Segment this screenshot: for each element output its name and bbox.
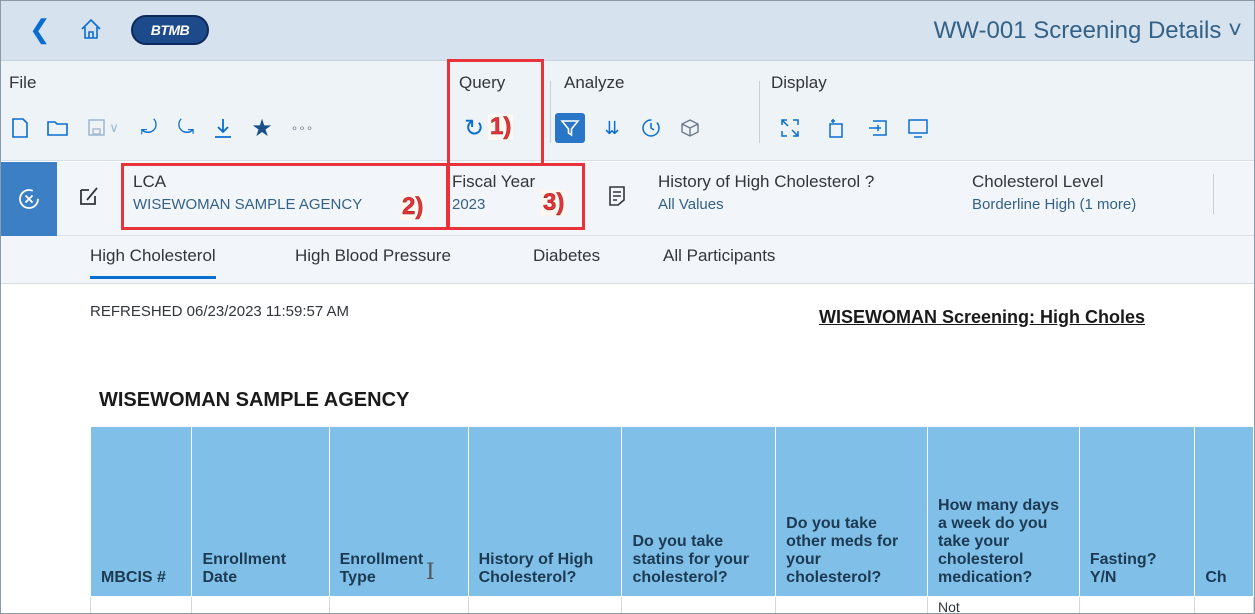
filter-value: Borderline High (1 more) xyxy=(972,196,1137,213)
column-header[interactable]: Do you take other meds for your choleste… xyxy=(775,426,929,597)
tab-high-cholesterol[interactable]: High Cholesterol xyxy=(90,246,216,279)
filter-name: Cholesterol Level xyxy=(972,172,1104,191)
table-cell xyxy=(775,596,929,613)
filter-cholesterol-level[interactable]: Cholesterol Level Borderline High (1 mor… xyxy=(972,172,1136,213)
annotation-label-2: 2) xyxy=(400,193,426,220)
table-cell xyxy=(89,596,193,613)
annotation-label-3: 3) xyxy=(541,189,567,216)
filter-value: All Values xyxy=(658,196,724,213)
new-page-icon[interactable] xyxy=(821,113,851,143)
annotation-label-1: 1) xyxy=(488,113,514,140)
undo-icon[interactable]: ⤾ xyxy=(134,113,164,143)
shell-header: ❮ BTMB WW-001 Screening Details ˅ xyxy=(1,1,1254,61)
column-header[interactable]: Enrollment Type xyxy=(328,426,469,597)
table-cell xyxy=(1078,596,1196,613)
open-folder-icon[interactable] xyxy=(43,113,73,143)
filter-history-high-cholesterol[interactable]: History of High Cholesterol ? All Values xyxy=(658,172,874,213)
notes-icon[interactable] xyxy=(607,184,627,208)
filter-icon[interactable] xyxy=(555,113,585,143)
table-header-row: MBCIS # Enrollment Date Enrollment Type … xyxy=(89,426,1254,597)
save-icon[interactable]: ∨ xyxy=(81,113,125,143)
text-cursor-icon: I xyxy=(426,560,435,585)
app-title[interactable]: WW-001 Screening Details ˅ xyxy=(934,17,1242,45)
history-icon[interactable] xyxy=(636,113,666,143)
toolbar: File Query Analyze Display ∨ ⤾ ⤿ ★ ∘∘∘ ↻… xyxy=(1,61,1254,161)
tab-diabetes[interactable]: Diabetes xyxy=(533,246,600,276)
report-title: WISEWOMAN Screening: High Choles xyxy=(819,307,1146,327)
column-header[interactable]: Do you take statins for your cholesterol… xyxy=(621,426,777,597)
page-tabs: High Cholesterol High Blood Pressure Dia… xyxy=(1,236,1254,284)
reset-filters-button[interactable] xyxy=(1,162,57,236)
app-title-text: WW-001 Screening Details xyxy=(933,17,1222,44)
group-display-label: Display xyxy=(771,73,827,92)
present-monitor-icon[interactable] xyxy=(903,113,933,143)
more-icon[interactable]: ∘∘∘ xyxy=(287,113,317,143)
table-row: Not xyxy=(89,596,1254,613)
report-table: MBCIS # Enrollment Date Enrollment Type … xyxy=(89,426,1254,613)
column-header[interactable]: How many days a week do you take your ch… xyxy=(927,426,1080,597)
toolbar-separator xyxy=(550,81,551,143)
back-icon[interactable]: ❮ xyxy=(29,15,51,43)
drill-down-icon[interactable]: ⇊ xyxy=(597,113,627,143)
chevron-down-icon: ˅ xyxy=(1227,17,1242,44)
toolbar-separator xyxy=(759,81,760,143)
column-header[interactable]: History of High Cholesterol? xyxy=(467,426,623,597)
column-header[interactable]: Fasting? Y/N xyxy=(1078,426,1196,597)
home-icon[interactable] xyxy=(77,15,105,43)
redo-icon[interactable]: ⤿ xyxy=(171,113,201,143)
chevron-down-icon[interactable]: ∨ xyxy=(109,120,119,136)
fullscreen-icon[interactable] xyxy=(775,113,805,143)
add-panel-icon[interactable] xyxy=(863,113,893,143)
filter-separator xyxy=(1213,174,1214,214)
tab-all-participants[interactable]: All Participants xyxy=(663,246,775,276)
column-header[interactable]: MBCIS # xyxy=(89,426,193,597)
column-header[interactable]: Enrollment Date xyxy=(191,426,330,597)
download-icon[interactable] xyxy=(208,113,238,143)
edit-filters-icon[interactable] xyxy=(77,184,101,208)
table-cell: Not xyxy=(927,596,1080,613)
tab-high-blood-pressure[interactable]: High Blood Pressure xyxy=(295,246,451,276)
table-cell xyxy=(1194,596,1254,613)
table-cell xyxy=(191,596,330,613)
company-logo: BTMB xyxy=(131,15,209,45)
table-cell xyxy=(621,596,777,613)
table-cell xyxy=(328,596,469,613)
table-cell xyxy=(467,596,623,613)
favorite-star-icon[interactable]: ★ xyxy=(247,113,277,143)
column-header[interactable]: Ch xyxy=(1194,426,1254,597)
cube-icon[interactable] xyxy=(675,113,705,143)
group-analyze-label: Analyze xyxy=(564,73,625,92)
filter-name: History of High Cholesterol ? xyxy=(658,172,875,191)
agency-heading: WISEWOMAN SAMPLE AGENCY xyxy=(99,389,410,411)
new-document-icon[interactable] xyxy=(5,113,35,143)
app-window: ❮ BTMB WW-001 Screening Details ˅ File Q… xyxy=(0,0,1255,614)
reset-icon xyxy=(19,189,39,209)
group-file-label: File xyxy=(9,73,37,92)
refreshed-timestamp: REFRESHED 06/23/2023 11:59:57 AM xyxy=(90,303,350,320)
